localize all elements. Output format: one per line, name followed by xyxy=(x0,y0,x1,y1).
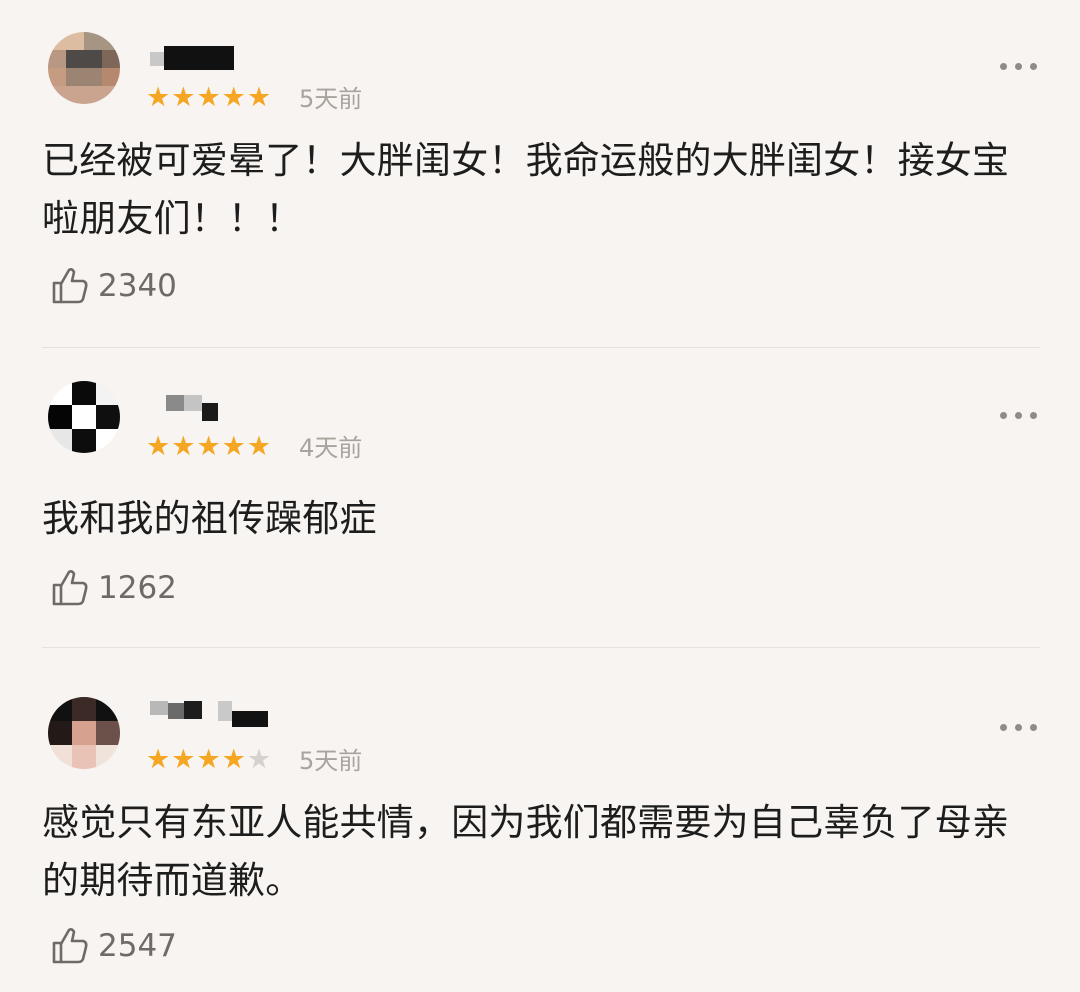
thumbs-up-icon xyxy=(52,570,88,606)
like-count: 1262 xyxy=(98,570,177,606)
star-icon: ★ xyxy=(221,431,247,462)
rating-stars: ★★★★★ xyxy=(146,83,272,113)
more-dots-icon xyxy=(1015,63,1022,70)
star-icon: ★ xyxy=(221,744,247,775)
like-button[interactable]: 1262 xyxy=(50,568,177,608)
like-count: 2547 xyxy=(98,928,177,964)
rating-stars: ★★★★★ xyxy=(146,432,272,462)
avatar[interactable] xyxy=(48,697,120,769)
thumbs-up-icon xyxy=(52,928,88,964)
comment-time: 5天前 xyxy=(299,747,363,775)
star-icon: ★ xyxy=(246,744,273,775)
more-dots-icon xyxy=(1000,412,1007,419)
comment-item: ★★★★★ 4天前 我和我的祖传躁郁症 1262 xyxy=(0,349,1080,649)
username-redacted[interactable] xyxy=(150,46,236,74)
star-icon: ★ xyxy=(196,82,222,113)
star-icon: ★ xyxy=(196,744,222,775)
star-icon: ★ xyxy=(221,82,247,113)
more-dots-icon xyxy=(1030,412,1037,419)
comment-item: ★★★★★ 5天前 已经被可爱晕了！大胖闺女！我命运般的大胖闺女！接女宝啦朋友们… xyxy=(0,0,1080,349)
avatar[interactable] xyxy=(48,381,120,453)
comment-feed: ★★★★★ 5天前 已经被可爱晕了！大胖闺女！我命运般的大胖闺女！接女宝啦朋友们… xyxy=(0,0,1080,992)
more-button[interactable] xyxy=(1000,721,1038,733)
star-icon: ★ xyxy=(171,82,197,113)
star-icon: ★ xyxy=(196,431,222,462)
star-icon: ★ xyxy=(171,431,197,462)
star-icon: ★ xyxy=(171,744,197,775)
star-icon: ★ xyxy=(246,431,273,462)
more-dots-icon xyxy=(1015,412,1022,419)
comment-text: 已经被可爱晕了！大胖闺女！我命运般的大胖闺女！接女宝啦朋友们！！！ xyxy=(42,139,1010,240)
comment-time: 4天前 xyxy=(299,434,363,462)
more-dots-icon xyxy=(1000,63,1007,70)
divider xyxy=(42,647,1040,648)
thumbs-up-icon xyxy=(52,268,88,304)
rating-stars: ★★★★★ xyxy=(146,745,272,775)
more-dots-icon xyxy=(1030,724,1037,731)
star-icon: ★ xyxy=(146,431,172,462)
like-button[interactable]: 2547 xyxy=(50,926,177,966)
comment-time: 5天前 xyxy=(299,85,363,113)
more-dots-icon xyxy=(1000,724,1007,731)
star-icon: ★ xyxy=(146,744,172,775)
more-button[interactable] xyxy=(1000,409,1038,421)
comment-text: 我和我的祖传躁郁症 xyxy=(42,497,377,540)
divider xyxy=(42,347,1040,348)
star-icon: ★ xyxy=(246,82,273,113)
more-button[interactable] xyxy=(1000,60,1038,72)
comment-text: 感觉只有东亚人能共情，因为我们都需要为自己辜负了母亲的期待而道歉。 xyxy=(42,801,1010,902)
avatar[interactable] xyxy=(48,32,120,104)
username-redacted[interactable] xyxy=(150,701,268,729)
like-count: 2340 xyxy=(98,268,177,304)
like-button[interactable]: 2340 xyxy=(50,266,177,306)
username-redacted[interactable] xyxy=(150,395,222,423)
more-dots-icon xyxy=(1030,63,1037,70)
star-icon: ★ xyxy=(146,82,172,113)
more-dots-icon xyxy=(1015,724,1022,731)
comment-item: ★★★★★ 5天前 感觉只有东亚人能共情，因为我们都需要为自己辜负了母亲的期待而… xyxy=(0,649,1080,992)
